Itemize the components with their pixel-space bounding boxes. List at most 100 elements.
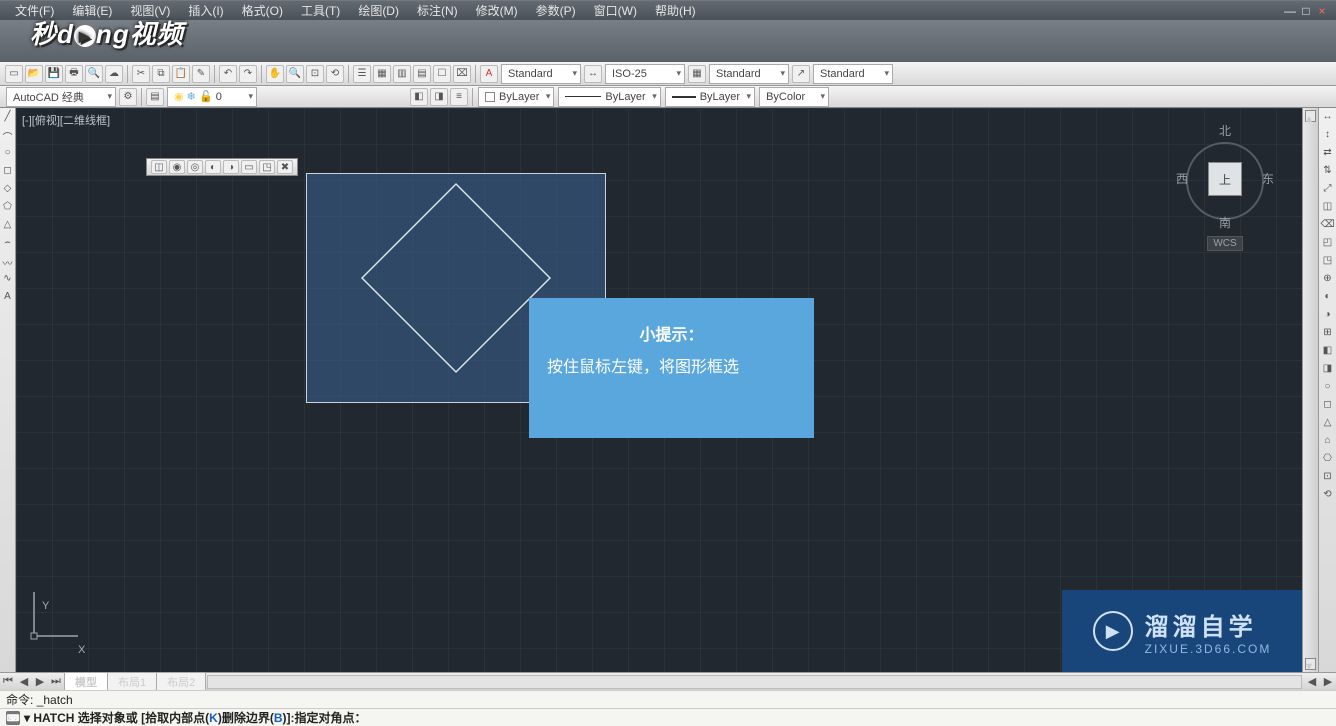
menu-param[interactable]: 参数(P)	[527, 2, 585, 19]
break-icon[interactable]: ◧	[1321, 345, 1335, 361]
plotstyle-dropdown[interactable]: ByColor	[759, 87, 829, 107]
offset-icon[interactable]: ⇅	[1321, 165, 1335, 181]
match-icon[interactable]: ✎	[192, 65, 210, 83]
new-icon[interactable]: ▭	[5, 65, 23, 83]
menu-insert[interactable]: 插入(I)	[179, 2, 232, 19]
table-style-dropdown[interactable]: Standard	[709, 64, 789, 84]
publish-icon[interactable]: ☁	[105, 65, 123, 83]
preview-icon[interactable]: 🔍	[85, 65, 103, 83]
move-icon[interactable]: ↔	[1321, 111, 1335, 127]
view-box-icon[interactable]: ▭	[241, 160, 257, 174]
explode-icon[interactable]: ⊞	[1321, 327, 1335, 343]
boundary-icon[interactable]: ⎔	[1321, 453, 1335, 469]
sheet-set-icon[interactable]: ▤	[413, 65, 431, 83]
layer-iso-icon[interactable]: ◧	[410, 88, 428, 106]
hatch-icon[interactable]: △	[1, 219, 15, 235]
hscroll-left-icon[interactable]: ◀	[1304, 675, 1320, 688]
trim-icon[interactable]: ⌫	[1321, 219, 1335, 235]
drawing-canvas[interactable]: [-][俯视][二维线框] ◫ ◉ ◎ ◐ ◑ ▭ ◳ ✖ 小提示： 按住鼠标左…	[16, 108, 1302, 672]
view-right-icon[interactable]: ◐	[205, 160, 221, 174]
paste-icon[interactable]: 📋	[172, 65, 190, 83]
wipeout-icon[interactable]: ⊡	[1321, 471, 1335, 487]
rectangle-icon[interactable]: ◻	[1, 165, 15, 181]
regen-icon[interactable]: ⟲	[1321, 489, 1335, 505]
zoom-realtime-icon[interactable]: 🔍	[286, 65, 304, 83]
text-icon[interactable]: A	[1, 291, 15, 307]
properties-icon[interactable]: ☰	[353, 65, 371, 83]
ellipse-icon[interactable]: ⬠	[1, 201, 15, 217]
mleader-style-dropdown[interactable]: Standard	[813, 64, 893, 84]
mleader-style-icon[interactable]: ↗	[792, 65, 810, 83]
command-opt2[interactable]: 删除边界	[222, 709, 270, 726]
vscroll-down-arrow[interactable]: ▾	[1305, 658, 1316, 670]
save-icon[interactable]: 💾	[45, 65, 63, 83]
menu-tools[interactable]: 工具(T)	[292, 2, 349, 19]
tab-first-icon[interactable]: ⏮	[0, 675, 16, 688]
view-3d-icon[interactable]: ◳	[259, 160, 275, 174]
view-top-icon[interactable]: ◫	[151, 160, 167, 174]
viewcube-wcs[interactable]: WCS	[1207, 236, 1243, 251]
linetype-dropdown[interactable]: ByLayer	[558, 87, 660, 107]
region-icon[interactable]: ⌂	[1321, 435, 1335, 451]
undo-icon[interactable]: ↶	[219, 65, 237, 83]
viewcube-east[interactable]: 东	[1262, 170, 1274, 187]
copy-icon[interactable]: ⧉	[152, 65, 170, 83]
tab-layout2[interactable]: 布局2	[156, 672, 206, 691]
text-style-dropdown[interactable]: Standard	[501, 64, 581, 84]
fillet-icon[interactable]: ◐	[1321, 291, 1335, 307]
layer-state-icon[interactable]: ≡	[450, 88, 468, 106]
command-opt1[interactable]: 拾取内部点	[145, 709, 205, 726]
array-icon[interactable]: ⤢	[1321, 183, 1335, 199]
tab-prev-icon[interactable]: ◀	[16, 675, 32, 688]
vertical-scrollbar[interactable]: ▴ ▾	[1302, 108, 1318, 672]
viewcube-south[interactable]: 南	[1180, 214, 1270, 231]
zoom-prev-icon[interactable]: ⟲	[326, 65, 344, 83]
tab-layout1[interactable]: 布局1	[107, 672, 157, 691]
dim-style-dropdown[interactable]: ISO-25	[605, 64, 685, 84]
mirror-icon[interactable]: ⇄	[1321, 147, 1335, 163]
view-float-toolbar[interactable]: ◫ ◉ ◎ ◐ ◑ ▭ ◳ ✖	[146, 158, 298, 176]
pline-icon[interactable]: 〰	[1, 255, 15, 271]
erase-icon[interactable]: ○	[1321, 381, 1335, 397]
view-iso-icon[interactable]: ◑	[223, 160, 239, 174]
circle-icon[interactable]: ○	[1, 147, 15, 163]
menu-dim[interactable]: 标注(N)	[408, 2, 467, 19]
float-close-icon[interactable]: ✖	[277, 160, 293, 174]
window-maximize-button[interactable]: □	[1298, 4, 1314, 18]
viewcube-north[interactable]: 北	[1180, 122, 1270, 139]
horizontal-scrollbar[interactable]	[207, 675, 1302, 689]
tab-last-icon[interactable]: ⏭	[48, 675, 64, 688]
cut-icon[interactable]: ✂	[132, 65, 150, 83]
window-minimize-button[interactable]: —	[1282, 4, 1298, 18]
view-left-icon[interactable]: ◎	[187, 160, 203, 174]
extend-icon[interactable]: ◰	[1321, 237, 1335, 253]
tab-next-icon[interactable]: ▶	[32, 675, 48, 688]
layer-dropdown[interactable]: ◉ ❄ 🔓 0	[167, 87, 257, 107]
spline-icon[interactable]: ⌢	[1, 237, 15, 253]
scale-icon[interactable]: ◳	[1321, 255, 1335, 271]
tab-model[interactable]: 模型	[64, 672, 108, 691]
open-icon[interactable]: 📂	[25, 65, 43, 83]
block-icon[interactable]: ◻	[1321, 399, 1335, 415]
workspace-gear-icon[interactable]: ⚙	[119, 88, 137, 106]
line-icon[interactable]: ╱	[1, 111, 15, 127]
copy-tool-icon[interactable]: ↕	[1321, 129, 1335, 145]
markup-icon[interactable]: ☐	[433, 65, 451, 83]
color-dropdown[interactable]: ByLayer	[478, 87, 554, 107]
menu-help[interactable]: 帮助(H)	[646, 2, 705, 19]
vscroll-up-arrow[interactable]: ▴	[1305, 110, 1316, 122]
join-icon[interactable]: ◨	[1321, 363, 1335, 379]
polygon-icon[interactable]: ◇	[1, 183, 15, 199]
hscroll-right-icon[interactable]: ▶	[1320, 675, 1336, 688]
chamfer-icon[interactable]: ◑	[1321, 309, 1335, 325]
zoom-window-icon[interactable]: ⊡	[306, 65, 324, 83]
window-close-button[interactable]: ×	[1314, 4, 1330, 18]
command-input-line[interactable]: ⌨ ▾ HATCH 选择对象或 [ 拾取内部点(K) 删除边界(B )]:指定对…	[0, 708, 1336, 726]
workspace-dropdown[interactable]: AutoCAD 经典	[6, 87, 116, 107]
rotate-icon[interactable]: ◫	[1321, 201, 1335, 217]
viewport-label[interactable]: [-][俯视][二维线框]	[22, 112, 110, 128]
arc-icon[interactable]: ⌒	[1, 129, 15, 145]
pan-icon[interactable]: ✋	[266, 65, 284, 83]
menu-modify[interactable]: 修改(M)	[467, 2, 527, 19]
viewcube-west[interactable]: 西	[1176, 170, 1188, 187]
